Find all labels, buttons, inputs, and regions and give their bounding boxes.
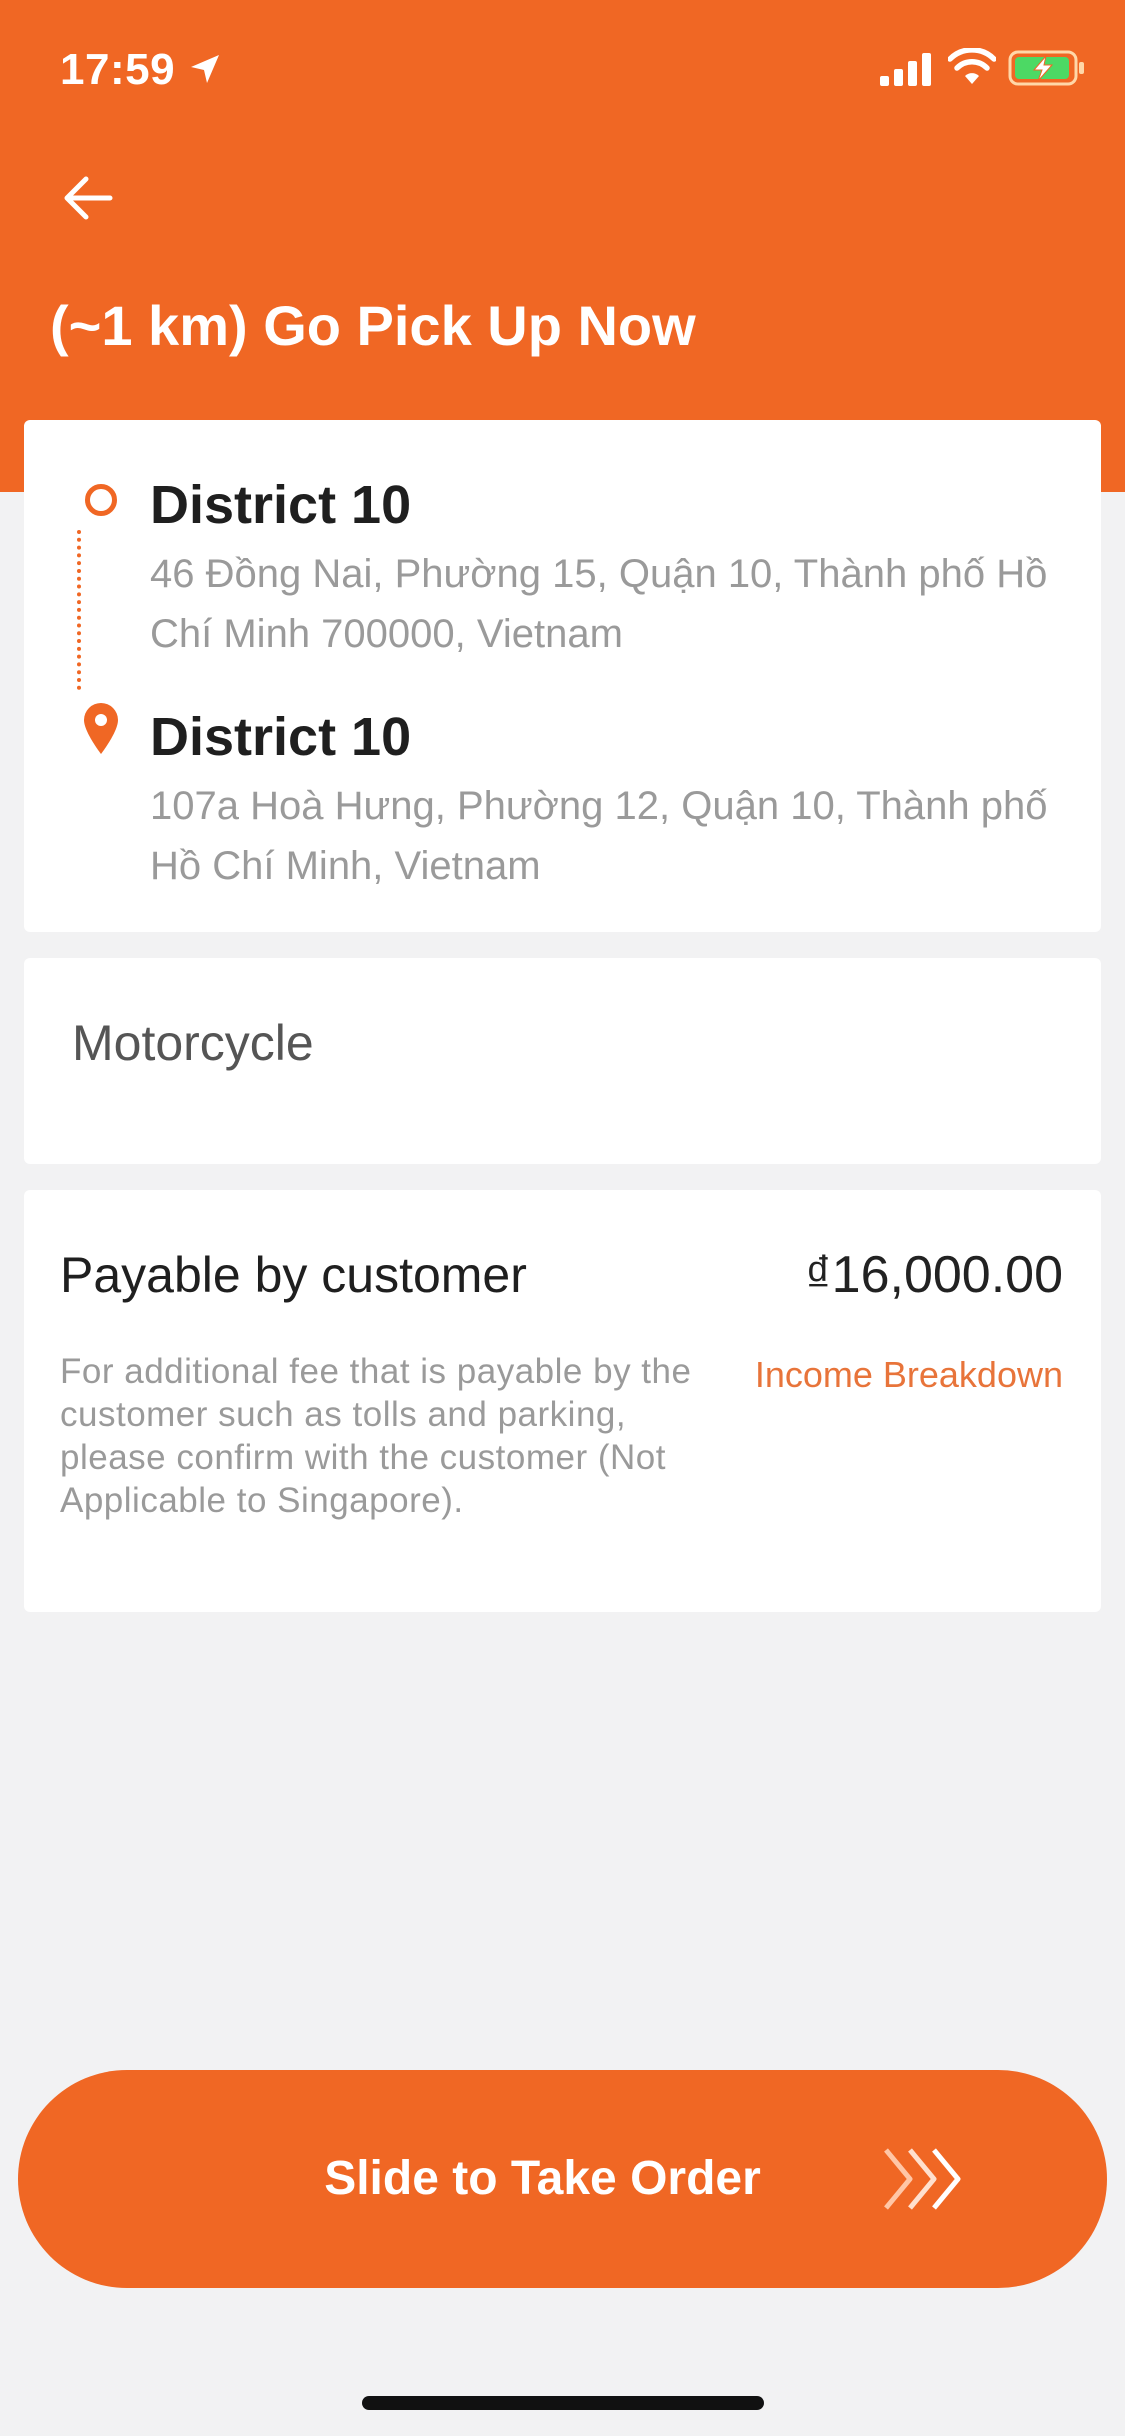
income-breakdown-link[interactable]: Income Breakdown [755,1350,1063,1400]
home-indicator[interactable] [362,2396,764,2410]
dropoff-name: District 10 [150,707,412,767]
status-time: 17:59 [60,45,176,94]
additional-fee-note: For additional fee that is payable by th… [60,1352,692,1520]
location-pin-icon [84,703,118,754]
wifi-icon [948,48,996,84]
payable-amount: ₫16,000.00 [804,1246,1063,1304]
origin-circle-icon [85,484,117,516]
route-dotted-line [77,530,81,690]
vehicle-type: Motorcycle [72,1015,314,1071]
triple-chevron-icon [884,2148,961,2210]
location-arrow-icon [191,55,219,83]
payable-label: Payable by customer [60,1247,527,1303]
pickup-name: District 10 [150,475,412,535]
pickup-address: 46 Đồng Nai, Phường 15, Quận 10, Thành p… [150,552,1048,656]
back-button[interactable] [52,162,124,234]
page-title: (~1 km) Go Pick Up Now [50,294,696,357]
slide-to-take-order-button[interactable]: Slide to Take Order [18,2070,1107,2288]
dropoff-address: 107a Hoà Hưng, Phường 12, Quận 10, Thành… [150,784,1048,888]
cellular-signal-icon [880,53,931,86]
arrow-left-icon [64,176,113,220]
battery-charging-icon [1008,50,1084,86]
